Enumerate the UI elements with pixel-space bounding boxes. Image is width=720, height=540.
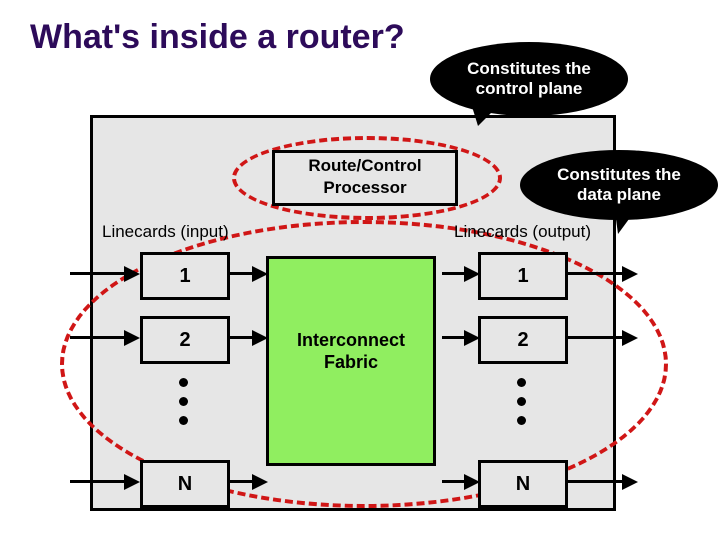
arrow-mid-in-1-head: [252, 266, 268, 282]
input-linecard-1: 1: [140, 252, 230, 300]
control-plane-text: Constitutes the control plane: [467, 59, 591, 99]
output-ellipsis: [516, 368, 526, 435]
arrow-out-1-head: [622, 266, 638, 282]
arrow-in-1: [70, 272, 126, 275]
control-plane-bubble-tail: [470, 100, 504, 126]
arrow-out-n-head: [622, 474, 638, 490]
arrow-mid-out-1-head: [464, 266, 480, 282]
arrow-mid-out-n-head: [464, 474, 480, 490]
arrow-mid-in-n-head: [252, 474, 268, 490]
arrow-out-n: [568, 480, 624, 483]
output-linecard-n: N: [478, 460, 568, 508]
arrow-mid-out-2-head: [464, 330, 480, 346]
arrow-in-2: [70, 336, 126, 339]
arrow-mid-in-2: [230, 336, 254, 339]
arrow-mid-in-2-head: [252, 330, 268, 346]
arrow-mid-in-n: [230, 480, 254, 483]
arrow-in-1-head: [124, 266, 140, 282]
arrow-in-2-head: [124, 330, 140, 346]
diagram-stage: What's inside a router? Route/Control Pr…: [0, 0, 720, 540]
processor-label: Route/Control Processor: [308, 156, 421, 197]
arrow-out-2-head: [622, 330, 638, 346]
arrow-mid-out-n: [442, 480, 466, 483]
route-control-processor: Route/Control Processor: [272, 150, 458, 206]
output-linecard-2: 2: [478, 316, 568, 364]
diagram-title: What's inside a router?: [30, 18, 405, 57]
arrow-out-2: [568, 336, 624, 339]
arrow-mid-out-1: [442, 272, 466, 275]
data-plane-text: Constitutes the data plane: [557, 165, 681, 205]
arrow-mid-in-1: [230, 272, 254, 275]
interconnect-fabric: Interconnect Fabric: [266, 256, 436, 466]
input-linecard-2: 2: [140, 316, 230, 364]
arrow-mid-out-2: [442, 336, 466, 339]
arrow-out-1: [568, 272, 624, 275]
arrow-in-n: [70, 480, 126, 483]
arrow-in-n-head: [124, 474, 140, 490]
output-linecards-label: Linecards (output): [454, 222, 591, 242]
data-plane-bubble-tail: [614, 204, 640, 234]
fabric-label: Interconnect Fabric: [297, 330, 405, 372]
input-linecard-n: N: [140, 460, 230, 508]
input-linecards-label: Linecards (input): [102, 222, 229, 242]
input-ellipsis: [178, 368, 188, 435]
control-plane-bubble: Constitutes the control plane: [430, 42, 628, 116]
output-linecard-1: 1: [478, 252, 568, 300]
